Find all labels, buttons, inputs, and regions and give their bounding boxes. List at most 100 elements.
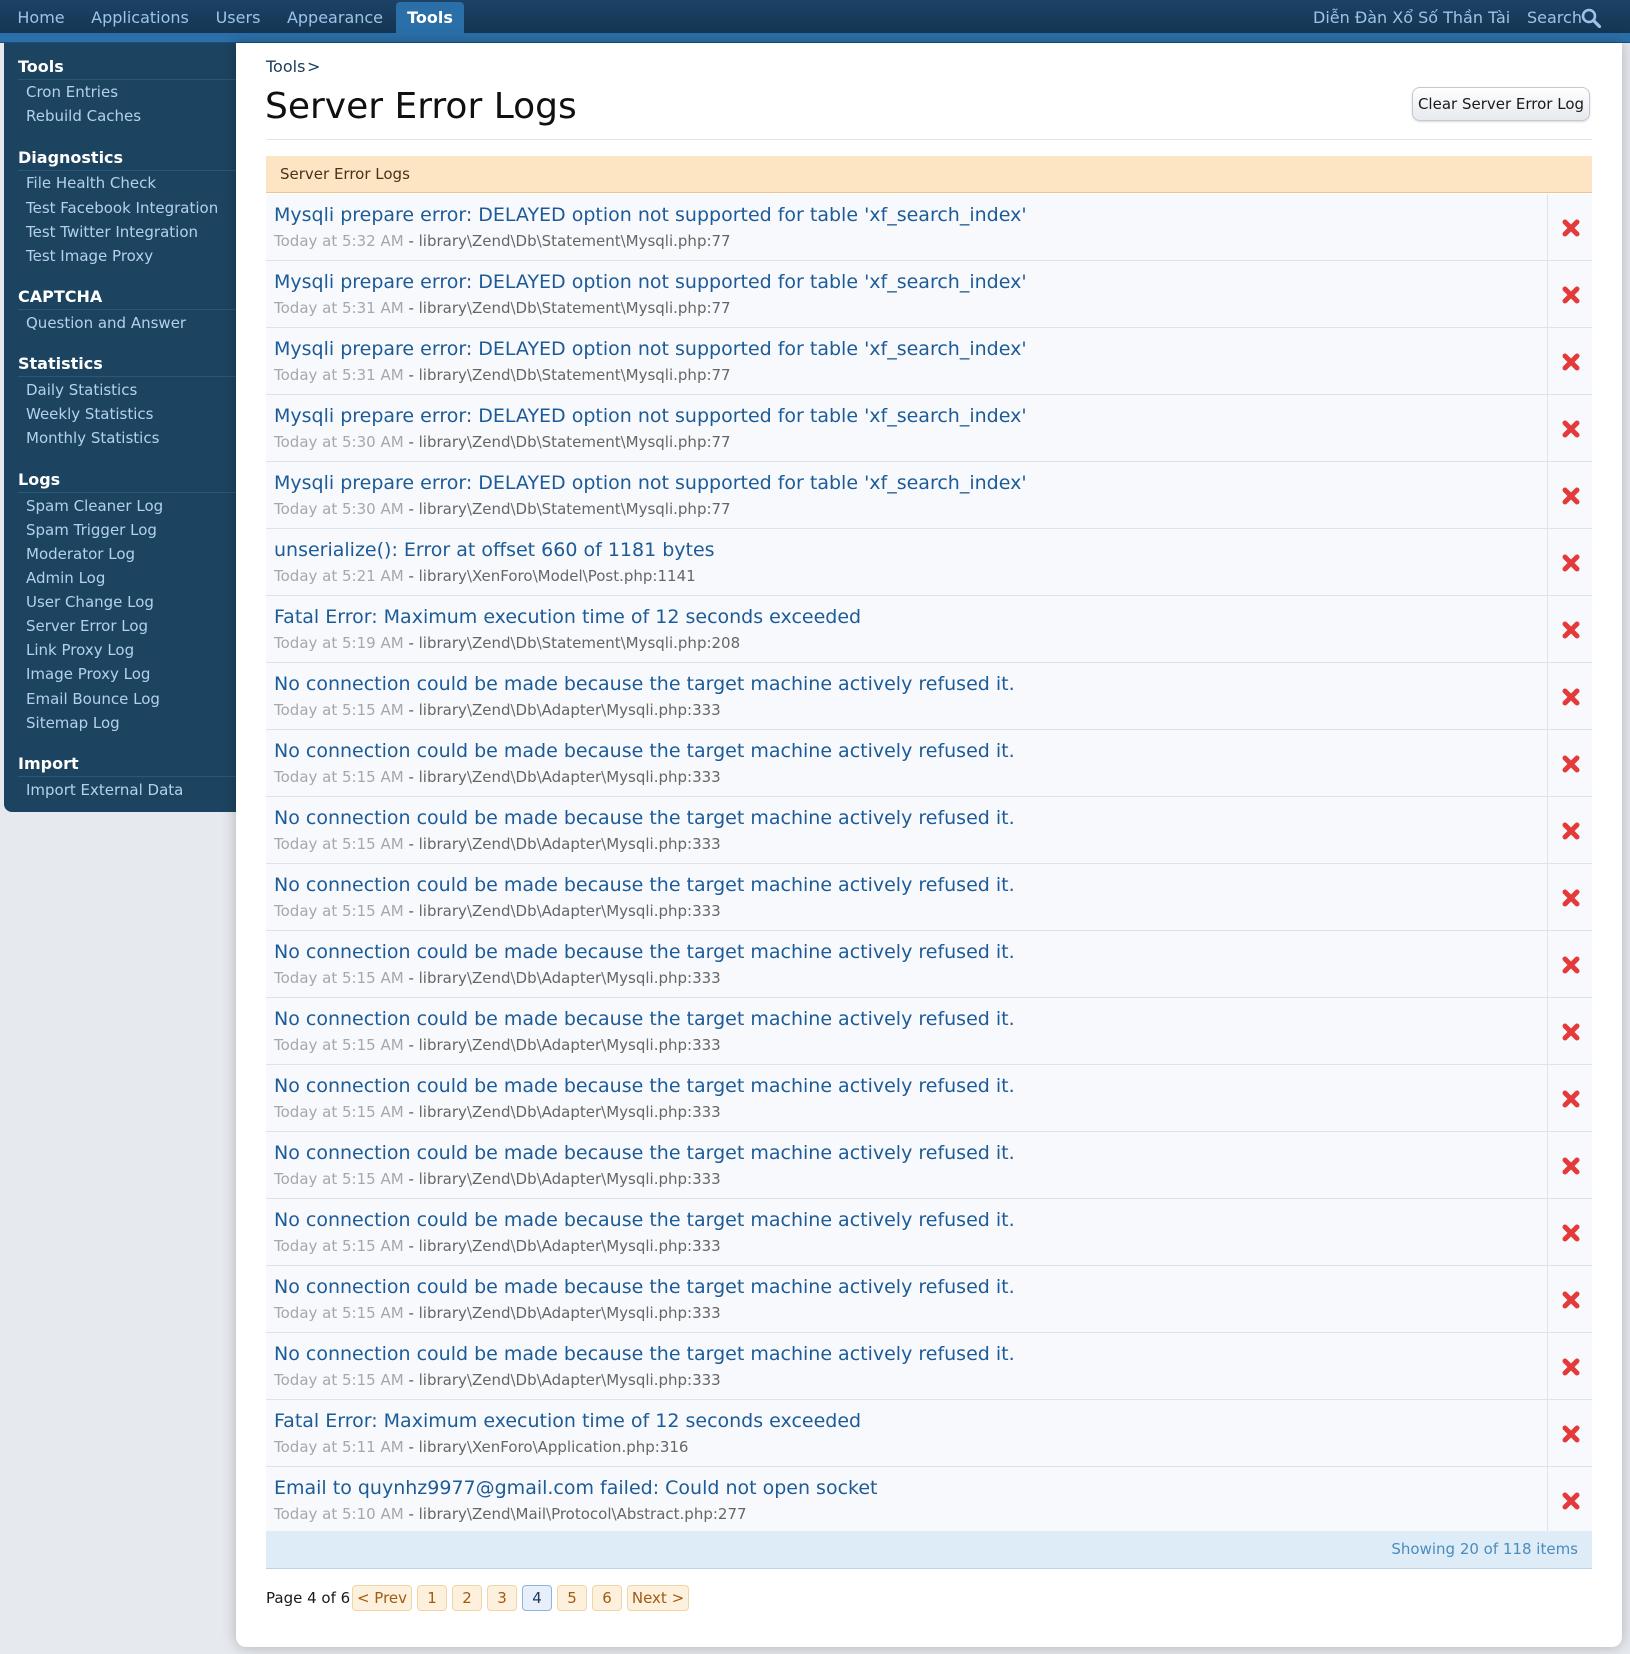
- site-title-link[interactable]: Diễn Đàn Xổ Số Thần Tài: [1313, 0, 1510, 36]
- delete-entry-button[interactable]: [1547, 194, 1592, 260]
- sidebar-item-admin-log[interactable]: Admin Log: [26, 566, 105, 590]
- log-entry-link[interactable]: Mysqli prepare error: DELAYED option not…: [266, 462, 1546, 528]
- log-entry-file: library\Zend\Db\Adapter\Mysqli.php:333: [418, 1237, 721, 1255]
- log-entry-link[interactable]: No connection could be made because the …: [266, 730, 1546, 796]
- log-entry-file: library\Zend\Mail\Protocol\Abstract.php:…: [418, 1505, 747, 1523]
- log-entry-message: No connection could be made because the …: [274, 941, 1015, 963]
- log-entry-time: Today at 5:15 AM: [274, 1170, 404, 1188]
- sidebar-item-image-proxy-log[interactable]: Image Proxy Log: [26, 662, 150, 686]
- log-entry-link[interactable]: No connection could be made because the …: [266, 797, 1546, 863]
- pagination-page-6[interactable]: 6: [592, 1585, 622, 1611]
- sidebar-item-spam-cleaner-log[interactable]: Spam Cleaner Log: [26, 494, 163, 518]
- delete-entry-button[interactable]: [1547, 1199, 1592, 1265]
- sidebar-item-moderator-log[interactable]: Moderator Log: [26, 542, 135, 566]
- pagination-page-3[interactable]: 3: [487, 1585, 517, 1611]
- pagination-page-4-current[interactable]: 4: [522, 1585, 552, 1611]
- log-entry-link[interactable]: Mysqli prepare error: DELAYED option not…: [266, 328, 1546, 394]
- sidebar-item-import-external-data[interactable]: Import External Data: [26, 778, 183, 802]
- log-entry-link[interactable]: Mysqli prepare error: DELAYED option not…: [266, 395, 1546, 461]
- nav-tab-users[interactable]: Users: [208, 0, 268, 36]
- delete-entry-button[interactable]: [1547, 797, 1592, 863]
- log-entry-link[interactable]: No connection could be made because the …: [266, 1065, 1546, 1131]
- page-title: Server Error Logs: [265, 86, 577, 127]
- delete-entry-button[interactable]: [1547, 529, 1592, 595]
- sidebar-item-cron-entries[interactable]: Cron Entries: [26, 80, 118, 104]
- sidebar-item-weekly-statistics[interactable]: Weekly Statistics: [26, 402, 153, 426]
- sidebar-item-spam-trigger-log[interactable]: Spam Trigger Log: [26, 518, 157, 542]
- sidebar-item-link-proxy-log[interactable]: Link Proxy Log: [26, 638, 134, 662]
- pagination-prev[interactable]: < Prev: [352, 1585, 412, 1611]
- delete-entry-button[interactable]: [1547, 663, 1592, 729]
- sidebar-item-monthly-statistics[interactable]: Monthly Statistics: [26, 426, 159, 450]
- pagination-page-5[interactable]: 5: [557, 1585, 587, 1611]
- nav-tab-home[interactable]: Home: [8, 0, 74, 36]
- log-entry-time: Today at 5:15 AM: [274, 1371, 404, 1389]
- delete-entry-button[interactable]: [1547, 998, 1592, 1064]
- log-entry-link[interactable]: No connection could be made because the …: [266, 1266, 1546, 1332]
- delete-entry-button[interactable]: [1547, 931, 1592, 997]
- log-entry-time: Today at 5:30 AM: [274, 500, 404, 518]
- nav-tab-applications[interactable]: Applications: [86, 0, 194, 36]
- clear-server-error-log-button[interactable]: Clear Server Error Log: [1412, 87, 1590, 121]
- sidebar-item-test-twitter-integration[interactable]: Test Twitter Integration: [26, 220, 198, 244]
- log-entry-row: No connection could be made because the …: [266, 730, 1592, 797]
- search-link[interactable]: Search: [1527, 0, 1582, 36]
- sidebar-item-file-health-check[interactable]: File Health Check: [26, 171, 156, 195]
- log-entry-separator: -: [408, 1304, 414, 1322]
- delete-icon: [1562, 755, 1580, 773]
- sidebar-item-test-facebook-integration[interactable]: Test Facebook Integration: [26, 196, 218, 220]
- log-entry-link[interactable]: Mysqli prepare error: DELAYED option not…: [266, 261, 1546, 327]
- log-entry-link[interactable]: No connection could be made because the …: [266, 1199, 1546, 1265]
- delete-icon: [1562, 822, 1580, 840]
- sidebar-item-user-change-log[interactable]: User Change Log: [26, 590, 154, 614]
- log-entry-file: library\Zend\Db\Adapter\Mysqli.php:333: [418, 902, 721, 920]
- delete-entry-button[interactable]: [1547, 1333, 1592, 1399]
- log-entry-link[interactable]: Mysqli prepare error: DELAYED option not…: [266, 194, 1546, 260]
- delete-entry-button[interactable]: [1547, 1132, 1592, 1198]
- log-entry-message: No connection could be made because the …: [274, 1209, 1015, 1231]
- sidebar-item-test-image-proxy[interactable]: Test Image Proxy: [26, 244, 153, 268]
- search-icon[interactable]: [1581, 8, 1601, 28]
- sidebar-item-rebuild-caches[interactable]: Rebuild Caches: [26, 104, 141, 128]
- pagination-page-1[interactable]: 1: [417, 1585, 447, 1611]
- log-entry-link[interactable]: unserialize(): Error at offset 660 of 11…: [266, 529, 1546, 595]
- sidebar-item-daily-statistics[interactable]: Daily Statistics: [26, 378, 137, 402]
- delete-entry-button[interactable]: [1547, 328, 1592, 394]
- log-entry-link[interactable]: No connection could be made because the …: [266, 663, 1546, 729]
- log-entry-link[interactable]: Fatal Error: Maximum execution time of 1…: [266, 596, 1546, 662]
- delete-entry-button[interactable]: [1547, 1065, 1592, 1131]
- sidebar-item-server-error-log[interactable]: Server Error Log: [26, 614, 148, 638]
- log-entry-message: No connection could be made because the …: [274, 1008, 1015, 1030]
- delete-entry-button[interactable]: [1547, 261, 1592, 327]
- delete-entry-button[interactable]: [1547, 395, 1592, 461]
- log-entry-meta: Today at 5:31 AM - library\Zend\Db\State…: [274, 366, 731, 384]
- delete-entry-button[interactable]: [1547, 596, 1592, 662]
- log-entry-link[interactable]: No connection could be made because the …: [266, 864, 1546, 930]
- log-entry-link[interactable]: Email to quynhz9977@gmail.com failed: Co…: [266, 1467, 1546, 1533]
- delete-entry-button[interactable]: [1547, 1400, 1592, 1466]
- log-entry-link[interactable]: No connection could be made because the …: [266, 1132, 1546, 1198]
- delete-icon: [1562, 889, 1580, 907]
- delete-entry-button[interactable]: [1547, 730, 1592, 796]
- delete-icon: [1562, 353, 1580, 371]
- delete-entry-button[interactable]: [1547, 1266, 1592, 1332]
- nav-tab-appearance[interactable]: Appearance: [282, 0, 388, 36]
- nav-tab-tools[interactable]: Tools: [396, 2, 464, 36]
- pagination-page-2[interactable]: 2: [452, 1585, 482, 1611]
- log-entry-link[interactable]: No connection could be made because the …: [266, 931, 1546, 997]
- log-entry-meta: Today at 5:30 AM - library\Zend\Db\State…: [274, 433, 731, 451]
- delete-entry-button[interactable]: [1547, 462, 1592, 528]
- log-entry-link[interactable]: No connection could be made because the …: [266, 1333, 1546, 1399]
- breadcrumb-tools-link[interactable]: Tools: [266, 57, 305, 76]
- log-entry-link[interactable]: Fatal Error: Maximum execution time of 1…: [266, 1400, 1546, 1466]
- sidebar-item-email-bounce-log[interactable]: Email Bounce Log: [26, 687, 160, 711]
- log-entry-link[interactable]: No connection could be made because the …: [266, 998, 1546, 1064]
- log-entry-meta: Today at 5:30 AM - library\Zend\Db\State…: [274, 500, 731, 518]
- delete-entry-button[interactable]: [1547, 1467, 1592, 1533]
- pagination-next[interactable]: Next >: [627, 1585, 689, 1611]
- delete-entry-button[interactable]: [1547, 864, 1592, 930]
- sidebar-item-sitemap-log[interactable]: Sitemap Log: [26, 711, 120, 735]
- log-entry-separator: -: [408, 1505, 414, 1523]
- sidebar-item-question-and-answer[interactable]: Question and Answer: [26, 311, 186, 335]
- sidebar-heading-diagnostics: Diagnostics: [18, 145, 236, 171]
